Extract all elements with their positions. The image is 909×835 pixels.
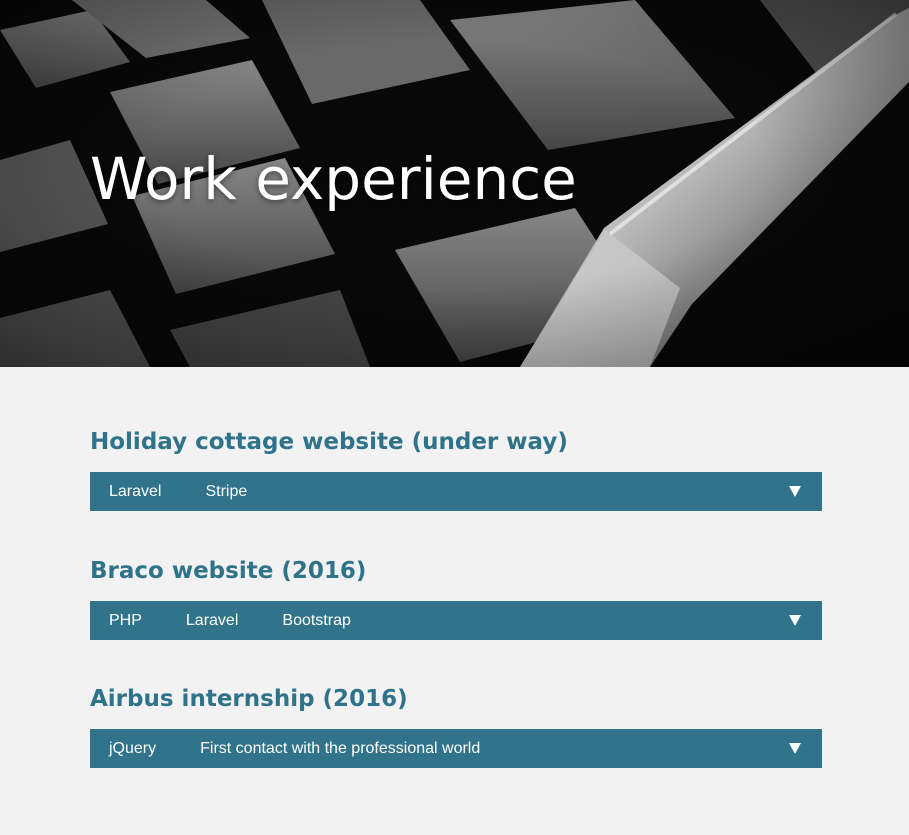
- experience-list: Holiday cottage website (under way) Lara…: [0, 367, 909, 835]
- page-title: Work experience: [90, 145, 577, 213]
- project-title: Holiday cottage website (under way): [90, 429, 568, 455]
- project-item: Airbus internship (2016) jQuery First co…: [90, 679, 822, 768]
- triangle-down-icon[interactable]: [787, 472, 803, 511]
- project-title: Braco website (2016): [90, 558, 367, 584]
- triangle-down-icon[interactable]: [787, 601, 803, 640]
- hero-banner: Work experience: [0, 0, 909, 367]
- project-item: Holiday cottage website (under way) Lara…: [90, 422, 822, 511]
- project-toggle-bar[interactable]: jQuery First contact with the profession…: [90, 729, 822, 768]
- triangle-down-icon[interactable]: [787, 729, 803, 768]
- project-tag-list: Laravel Stripe: [90, 472, 291, 511]
- project-item: Braco website (2016) PHP Laravel Bootstr…: [90, 551, 822, 640]
- project-tag-list: jQuery First contact with the profession…: [90, 729, 524, 768]
- project-title: Airbus internship (2016): [90, 686, 408, 712]
- project-tag: Stripe: [205, 483, 248, 500]
- project-tag: Laravel: [185, 612, 239, 629]
- project-toggle-bar[interactable]: Laravel Stripe: [90, 472, 822, 511]
- project-tag: PHP: [109, 612, 142, 629]
- project-toggle-bar[interactable]: PHP Laravel Bootstrap: [90, 601, 822, 640]
- project-tag: jQuery: [109, 740, 157, 757]
- project-tag: First contact with the professional worl…: [200, 740, 481, 757]
- project-tag-list: PHP Laravel Bootstrap: [90, 601, 395, 640]
- project-tag: Bootstrap: [282, 612, 351, 629]
- project-tag: Laravel: [109, 483, 162, 500]
